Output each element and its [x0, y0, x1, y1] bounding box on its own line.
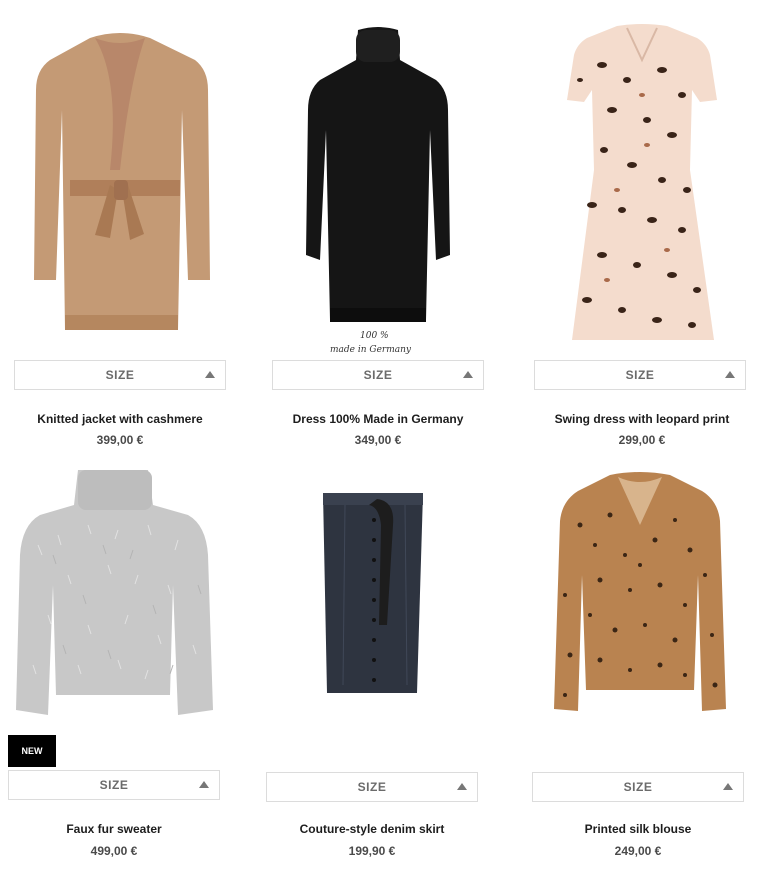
caret-up-icon — [723, 783, 733, 790]
size-selector[interactable]: SIZE — [534, 360, 746, 390]
caret-up-icon — [205, 371, 215, 378]
product-image[interactable] — [530, 465, 750, 725]
product-price: 249,00 € — [614, 844, 662, 858]
caret-up-icon — [725, 371, 735, 378]
product-card[interactable]: SIZE Swing dress with leopard print 299,… — [532, 20, 752, 450]
size-selector[interactable]: SIZE — [532, 772, 744, 802]
caret-up-icon — [457, 783, 467, 790]
product-price: 349,00 € — [354, 433, 402, 447]
size-selector[interactable]: SIZE — [14, 360, 226, 390]
size-label: SIZE — [357, 780, 387, 794]
product-name[interactable]: Knitted jacket with cashmere — [10, 412, 230, 426]
product-card[interactable]: SIZE Knitted jacket with cashmere 399,00… — [10, 20, 230, 450]
size-label: SIZE — [99, 778, 129, 792]
product-name[interactable]: Printed silk blouse — [530, 822, 746, 836]
tag-text-line1: 100 % — [360, 331, 389, 341]
product-image[interactable] — [8, 465, 228, 725]
product-image[interactable] — [10, 20, 230, 340]
product-card[interactable]: SIZE Couture-style denim skirt 199,90 € — [265, 465, 485, 865]
tag-text-line2: made in Germany — [330, 345, 412, 355]
size-selector[interactable]: SIZE — [266, 772, 478, 802]
product-name[interactable]: Couture-style denim skirt — [265, 822, 479, 836]
product-image[interactable] — [265, 465, 485, 705]
product-card[interactable]: SIZE Printed silk blouse 249,00 € — [530, 465, 750, 865]
product-name[interactable]: Swing dress with leopard print — [532, 412, 752, 426]
size-label: SIZE — [105, 368, 135, 382]
product-image[interactable] — [532, 20, 752, 350]
product-card[interactable]: 100 % made in Germany SIZE Dress 100% Ma… — [268, 20, 488, 450]
size-label: SIZE — [625, 368, 655, 382]
size-label: SIZE — [623, 780, 653, 794]
product-price: 299,00 € — [618, 433, 666, 447]
caret-up-icon — [199, 781, 209, 788]
size-selector[interactable]: SIZE — [272, 360, 484, 390]
product-price: 199,90 € — [348, 844, 396, 858]
product-name[interactable]: Faux fur sweater — [8, 822, 220, 836]
caret-up-icon — [463, 371, 473, 378]
product-name[interactable]: Dress 100% Made in Germany — [268, 412, 488, 426]
size-label: SIZE — [363, 368, 393, 382]
new-badge: NEW — [8, 735, 56, 767]
badge-label: NEW — [21, 746, 43, 756]
size-selector[interactable]: SIZE — [8, 770, 220, 800]
product-image[interactable]: 100 % made in Germany — [268, 20, 488, 360]
product-card[interactable]: NEW SIZE Faux fur sweater 499,00 € — [8, 465, 228, 865]
product-price: 499,00 € — [90, 844, 138, 858]
product-price: 399,00 € — [96, 433, 144, 447]
